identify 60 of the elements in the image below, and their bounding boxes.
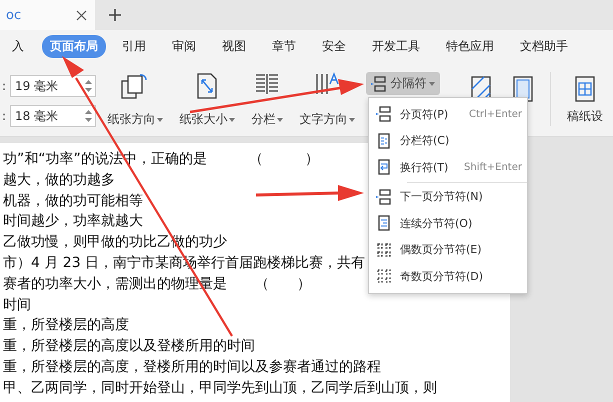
grid-page-icon (574, 75, 596, 103)
caret-icon (429, 82, 436, 86)
caret-icon (229, 118, 236, 122)
menu-item[interactable]: 分页符(P) Ctrl+Enter (369, 101, 527, 128)
document-text: 重，所登楼层的高度 (2, 316, 129, 336)
margin-label: : (2, 109, 6, 123)
toolbar-button[interactable]: 纸张方向 (102, 62, 168, 136)
ribbon-tab[interactable]: 文档助手 (512, 34, 576, 58)
ribbon-tab[interactable]: 视图 (214, 34, 254, 58)
ribbon-tab[interactable]: 章节 (264, 34, 304, 58)
document-text: 时间越少，功率就越大 (2, 212, 143, 232)
ribbon-tab[interactable]: 引用 (114, 34, 154, 58)
menu-item[interactable]: 连续分节符(O) (369, 210, 527, 236)
document-text: 甲、乙两同学，同时开始登山，甲同学先到山顶，乙同学后到山顶，则 (2, 378, 437, 398)
toolbar-button[interactable]: 稿纸设 (557, 62, 613, 136)
plus-icon[interactable] (109, 9, 121, 21)
text-direction-icon (314, 72, 340, 96)
document-text: 重，所登楼层的高度，登楼所用的时间以及参赛者通过的路程 (2, 358, 381, 377)
page-break-icon (371, 76, 388, 92)
document-text: 越大，做的功越多 (2, 170, 115, 190)
columns-icon (254, 72, 280, 96)
odd-page-icon (376, 268, 392, 284)
document-text: 机器，做的功可能相等 (2, 192, 143, 211)
spinner-icon[interactable] (85, 109, 92, 123)
continuous-break-icon (376, 215, 392, 232)
ribbon-tab[interactable]: 审阅 (164, 34, 204, 58)
menu-item[interactable]: 奇数页分节符(D) (369, 263, 527, 290)
menu-item[interactable]: 分栏符(C) (369, 128, 527, 154)
margin-label: : (2, 79, 6, 93)
caret-icon (277, 118, 284, 122)
menu-item[interactable]: 下一页分节符(N) (369, 184, 527, 210)
document-text: 重，所登楼层的高度以及登楼所用的时间 (2, 337, 255, 356)
page-border-icon (512, 75, 534, 103)
even-page-icon (376, 242, 392, 258)
caret-icon (349, 118, 356, 122)
margin-field[interactable]: 19 毫米 (10, 75, 96, 97)
ribbon-tab[interactable]: 特色应用 (438, 34, 502, 58)
shortcut-text: Ctrl+Enter (468, 108, 522, 120)
margin-field[interactable]: 18 毫米 (10, 105, 96, 127)
page-break-icon (376, 188, 392, 205)
ribbon-tab[interactable]: 入 (4, 34, 32, 58)
toolbar-button[interactable]: 文字方向 (294, 62, 360, 136)
page-resize-icon (195, 72, 220, 100)
spinner-icon[interactable] (85, 79, 92, 93)
close-icon[interactable] (76, 10, 87, 20)
line-break-icon (376, 159, 392, 176)
document-tab-title: oc (6, 8, 22, 22)
document-tab[interactable]: oc (0, 0, 95, 30)
document-text: 时间 (2, 296, 31, 315)
break-button[interactable]: 分隔符 (366, 72, 440, 95)
ribbon-tab[interactable]: 开发工具 (364, 34, 428, 58)
toolbar-button[interactable]: 纸张大小 (174, 62, 240, 136)
page-break-icon (376, 106, 392, 122)
shortcut-text: Shift+Enter (464, 162, 522, 173)
ribbon-tab[interactable]: 安全 (314, 34, 354, 58)
menu-item[interactable]: 换行符(T) Shift+Enter (369, 154, 527, 180)
column-break-icon (376, 132, 392, 149)
toolbar-button[interactable]: 分栏 (246, 62, 288, 136)
caret-icon (157, 118, 164, 122)
menu-item[interactable]: 偶数页分节符(E) (369, 236, 527, 263)
